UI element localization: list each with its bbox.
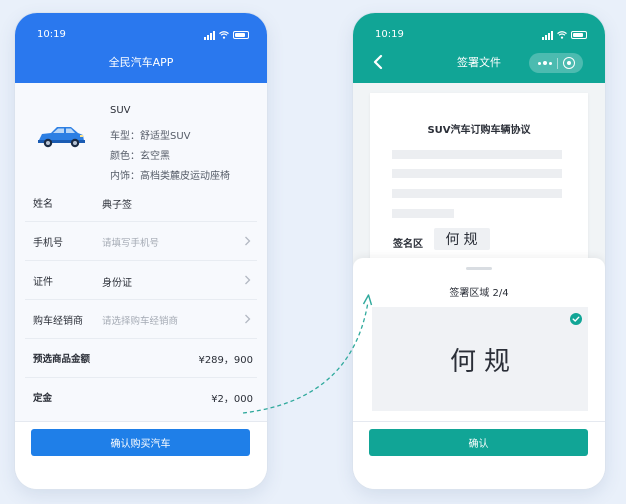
status-time: 10:19 xyxy=(37,29,66,40)
more-dots-icon[interactable] xyxy=(537,61,552,65)
signal-icon xyxy=(542,30,553,40)
name-label: 姓名 xyxy=(33,199,53,210)
phone-row[interactable]: 手机号 请填写手机号 xyxy=(25,222,257,261)
document-title: SUV汽车订购车辆协议 xyxy=(427,125,531,136)
id-type-row[interactable]: 证件 身份证 xyxy=(25,261,257,300)
car-icon xyxy=(38,127,85,148)
sign-zone-label: 签名区 xyxy=(393,239,423,250)
right-phone: 10:19 签署文件 SUV汽车订购车辆协议 签名区 何规 签署区域 2/4 何… xyxy=(353,13,605,489)
footer-bar: 确认购买汽车 xyxy=(15,421,267,489)
signal-icon xyxy=(204,30,215,40)
chevron-right-icon xyxy=(245,236,251,246)
phone-input[interactable]: 请填写手机号 xyxy=(102,235,159,249)
footer-bar: 确认 xyxy=(353,421,605,489)
page-title: 全民汽车APP xyxy=(108,56,174,69)
status-bar: 10:19 xyxy=(37,29,249,41)
signature-text: 何规 xyxy=(449,346,518,377)
dealer-select[interactable]: 请选择购车经销商 xyxy=(102,313,178,327)
status-bar: 10:19 xyxy=(375,29,587,41)
id-type-value[interactable]: 身份证 xyxy=(102,274,132,289)
check-circle-icon xyxy=(570,313,582,325)
document-text-line xyxy=(392,209,454,218)
battery-icon xyxy=(571,31,587,39)
dealer-label: 购车经销商 xyxy=(33,316,83,327)
id-type-label: 证件 xyxy=(33,277,53,288)
name-value[interactable]: 典子签 xyxy=(102,196,132,211)
deposit-value: ¥2，000 xyxy=(211,394,253,405)
document-text-line xyxy=(392,169,562,178)
sheet-title: 签署区域 2/4 xyxy=(449,288,509,299)
wifi-icon xyxy=(219,31,229,39)
amount-row: 预选商品金额 ¥289，900 xyxy=(25,339,257,378)
confirm-purchase-button[interactable]: 确认购买汽车 xyxy=(31,429,250,456)
car-spec-model: 车型：舒适型SUV xyxy=(110,131,191,142)
confirm-sign-button[interactable]: 确认 xyxy=(369,429,588,456)
document-signature: 何规 xyxy=(434,228,490,250)
document-preview: SUV汽车订购车辆协议 签名区 何规 xyxy=(370,93,588,283)
phone-label: 手机号 xyxy=(33,238,63,249)
car-name: SUV xyxy=(110,105,131,116)
battery-icon xyxy=(233,31,249,39)
wifi-icon xyxy=(557,31,567,39)
signature-pad[interactable]: 何规 xyxy=(372,307,588,411)
car-spec-interior: 内饰：高档类麓皮运动座椅 xyxy=(110,171,230,182)
sign-page-body: SUV汽车订购车辆协议 签名区 何规 签署区域 2/4 何规 确认 xyxy=(353,83,605,489)
deposit-row: 定金 ¥2，000 xyxy=(25,378,257,417)
document-text-line xyxy=(392,189,562,198)
document-text-line xyxy=(392,150,562,159)
deposit-label: 定金 xyxy=(33,393,53,404)
amount-label: 预选商品金额 xyxy=(33,354,91,365)
sheet-handle[interactable] xyxy=(466,267,492,270)
chevron-right-icon xyxy=(245,314,251,324)
app-header: 10:19 全民汽车APP xyxy=(15,13,267,83)
mini-program-capsule xyxy=(529,53,583,73)
chevron-right-icon xyxy=(245,275,251,285)
status-time: 10:19 xyxy=(375,29,404,40)
order-form: SUV 车型：舒适型SUV 颜色：玄空黑 内饰：高档类麓皮运动座椅 姓名 典子签… xyxy=(15,83,267,489)
signing-sheet: 签署区域 2/4 何规 确认 xyxy=(353,258,605,489)
car-summary: SUV 车型：舒适型SUV 颜色：玄空黑 内饰：高档类麓皮运动座椅 xyxy=(25,91,257,183)
sign-header: 10:19 签署文件 xyxy=(353,13,605,83)
target-icon[interactable] xyxy=(562,57,575,69)
name-row[interactable]: 姓名 典子签 xyxy=(25,183,257,222)
left-phone: 10:19 全民汽车APP SUV 车型：舒适型SUV 颜色：玄空黑 内饰：高档… xyxy=(15,13,267,489)
dealer-row[interactable]: 购车经销商 请选择购车经销商 xyxy=(25,300,257,339)
amount-value: ¥289，900 xyxy=(198,355,253,366)
car-spec-color: 颜色：玄空黑 xyxy=(110,151,170,162)
